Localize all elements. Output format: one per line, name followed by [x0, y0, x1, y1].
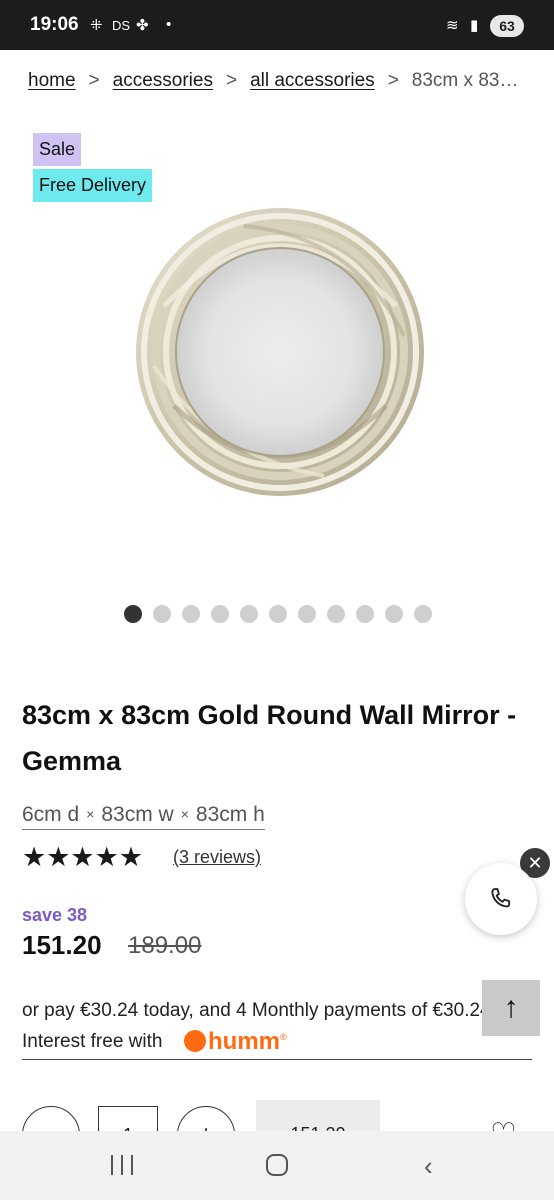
carousel-dot[interactable]	[124, 605, 142, 623]
carousel-dot[interactable]	[385, 605, 403, 623]
humm-logo[interactable]: humm®	[184, 1028, 287, 1056]
humm-logo-icon	[184, 1030, 206, 1052]
carousel-dot[interactable]	[153, 605, 171, 623]
dimension-height: 83cm h	[195, 803, 265, 826]
carousel-dot[interactable]	[182, 605, 200, 623]
breadcrumb-separator: >	[88, 70, 100, 91]
phone-call-button[interactable]	[465, 863, 537, 935]
fan-icon: ✤	[136, 17, 149, 34]
breadcrumb: home > accessories > all accessories >83cm x …	[28, 70, 538, 92]
carousel-dot[interactable]	[240, 605, 258, 623]
recents-icon[interactable]	[111, 1155, 133, 1175]
carrier-label: DS	[112, 18, 131, 33]
carousel-dot[interactable]	[211, 605, 229, 623]
battery-indicator: 63	[490, 15, 524, 37]
carousel-dot[interactable]	[356, 605, 374, 623]
dimension-width: 83cm w	[101, 803, 174, 826]
carousel-dot[interactable]	[327, 605, 345, 623]
breadcrumb-current: 83cm x 83…	[411, 70, 519, 91]
back-icon[interactable]: ‹	[424, 1151, 433, 1182]
sale-badge: Sale	[33, 133, 82, 166]
carousel-dot[interactable]	[414, 605, 432, 623]
original-price: 189.00	[128, 932, 202, 959]
installment-info: or pay €30.24 today, and 4 Monthly payme…	[22, 996, 532, 1060]
breadcrumb-accessories[interactable]: accessories	[113, 70, 213, 91]
star-rating-icon: ★★★★★	[22, 842, 144, 872]
reviews-link[interactable]: (3 reviews)	[173, 847, 261, 868]
wifi-icon: ≋	[446, 17, 459, 34]
signal-icon: ▮	[470, 17, 479, 34]
breadcrumb-all-accessories[interactable]: all accessories	[250, 70, 375, 91]
notification-dot-icon: •	[166, 16, 172, 33]
breadcrumb-home[interactable]: home	[28, 70, 76, 91]
breadcrumb-separator: >	[387, 70, 399, 91]
free-delivery-badge: Free Delivery	[33, 169, 153, 202]
dimension-separator: ×	[180, 806, 189, 822]
product-dimensions: 6cm d × 83cm w × 83cm h	[22, 803, 265, 830]
grid-icon: ⁜	[90, 17, 103, 34]
phone-icon	[491, 888, 511, 908]
status-time: 19:06	[30, 14, 79, 35]
current-price: 151.20	[22, 930, 102, 960]
dimension-depth: 6cm d	[22, 803, 80, 826]
dimension-separator: ×	[86, 806, 95, 822]
home-icon[interactable]	[266, 1154, 288, 1176]
registered-mark: ®	[280, 1032, 287, 1042]
installment-text: or pay €30.24 today, and 4 Monthly payme…	[22, 1000, 491, 1021]
product-image[interactable]	[134, 206, 426, 498]
carousel-dot[interactable]	[298, 605, 316, 623]
scroll-to-top-button[interactable]: ↑	[482, 980, 540, 1036]
interest-free-text: Interest free with	[22, 1031, 163, 1052]
humm-name: humm	[208, 1028, 280, 1055]
save-amount: save 38	[22, 905, 88, 925]
status-bar: 19:06 ⁜ DS ✤ • ≋ ▮ 63	[0, 0, 554, 50]
breadcrumb-separator: >	[225, 70, 238, 91]
carousel-dot[interactable]	[269, 605, 287, 623]
system-nav-bar: ‹	[0, 1131, 554, 1200]
product-title: 83cm x 83cm Gold Round Wall Mirror - Gem…	[22, 700, 517, 776]
